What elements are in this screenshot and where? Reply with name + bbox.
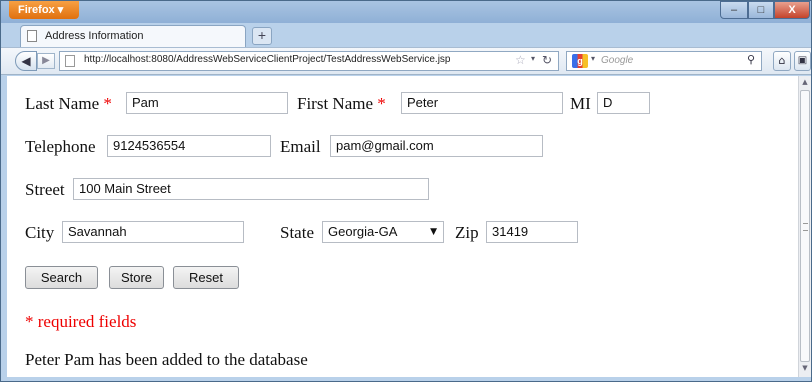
firefox-menu-label: Firefox <box>18 4 55 16</box>
required-fields-note: * required fields <box>25 312 137 331</box>
site-identity-icon <box>65 55 75 67</box>
browser-window: Firefox ▾ – □ X Address Information + ◀ … <box>0 0 812 382</box>
city-label: City <box>25 223 55 242</box>
name-row: Last Name * Pam First Name * Peter MI D <box>25 92 785 116</box>
home-icon: ⌂ <box>778 54 786 67</box>
email-label: Email <box>280 137 321 156</box>
url-text[interactable]: http://localhost:8080/AddressWebServiceC… <box>84 54 450 65</box>
tab-strip: Address Information + <box>1 23 811 47</box>
state-label: State <box>280 223 314 242</box>
back-arrow-icon: ◀ <box>21 54 31 68</box>
zip-label: Zip <box>455 223 479 242</box>
first-name-field[interactable]: Peter <box>401 92 563 114</box>
reset-button[interactable]: Reset <box>173 266 239 289</box>
last-name-field[interactable]: Pam <box>126 92 288 114</box>
new-tab-button[interactable]: + <box>252 27 272 45</box>
home-button[interactable]: ⌂ <box>773 51 791 71</box>
search-icon[interactable]: ⚲ <box>747 53 755 66</box>
forward-button[interactable]: ▶ <box>37 53 55 69</box>
vertical-scrollbar[interactable]: ▲ ▼ <box>798 76 811 377</box>
street-row: Street 100 Main Street <box>25 178 785 202</box>
mi-field[interactable]: D <box>597 92 650 114</box>
state-select[interactable]: Georgia-GA ▼ <box>322 221 444 243</box>
city-field[interactable]: Savannah <box>62 221 244 243</box>
firefox-menu-button[interactable]: Firefox ▾ <box>9 1 79 19</box>
bookmark-star-icon[interactable]: ☆ <box>515 53 526 67</box>
first-name-label: First Name * <box>297 94 386 114</box>
bookmarks-icon: ▣ <box>797 55 808 66</box>
scroll-down-icon[interactable]: ▼ <box>799 364 811 372</box>
search-engine-dropdown-icon[interactable]: ▾ <box>591 54 595 63</box>
required-marker: * <box>377 94 386 113</box>
maximize-button[interactable]: □ <box>748 1 774 19</box>
telephone-field[interactable]: 9124536554 <box>107 135 271 157</box>
required-marker: * <box>103 94 112 113</box>
page-content: Last Name * Pam First Name * Peter MI D … <box>7 76 798 377</box>
navigation-bar: ◀ ▶ http://localhost:8080/AddressWebServ… <box>1 47 811 75</box>
chevron-down-icon: ▼ <box>430 227 437 237</box>
button-row: Search Store Reset <box>25 266 325 290</box>
search-engine-icon[interactable]: g <box>572 54 588 68</box>
search-button[interactable]: Search <box>25 266 98 289</box>
scroll-up-icon[interactable]: ▲ <box>799 78 811 86</box>
street-label: Street <box>25 180 65 199</box>
title-bar: Firefox ▾ – □ X <box>1 1 811 23</box>
scrollbar-thumb[interactable] <box>800 90 810 362</box>
last-name-label-text: Last Name <box>25 94 100 113</box>
status-message: Peter Pam has been added to the database <box>25 350 308 369</box>
tab-title: Address Information <box>45 30 144 42</box>
email-field[interactable]: pam@gmail.com <box>330 135 543 157</box>
telephone-label: Telephone <box>25 137 96 156</box>
address-row: City Savannah State Georgia-GA ▼ Zip 314… <box>25 221 785 245</box>
close-button[interactable]: X <box>774 1 810 19</box>
first-name-label-text: First Name <box>297 94 374 113</box>
tab-address-information[interactable]: Address Information <box>20 25 246 47</box>
search-bar[interactable]: g ▾ Google ⚲ <box>566 51 762 71</box>
mi-label: MI <box>570 94 591 113</box>
url-bar[interactable]: http://localhost:8080/AddressWebServiceC… <box>59 51 559 71</box>
store-button[interactable]: Store <box>109 266 164 289</box>
reload-icon[interactable]: ↻ <box>542 53 552 67</box>
search-placeholder[interactable]: Google <box>601 55 633 66</box>
bookmarks-button[interactable]: ▣ <box>794 51 811 71</box>
contact-row: Telephone 9124536554 Email pam@gmail.com <box>25 135 785 159</box>
page-icon <box>27 30 37 42</box>
history-dropdown-icon[interactable]: ▾ <box>531 54 535 63</box>
minimize-button[interactable]: – <box>720 1 748 19</box>
state-selected-value: Georgia-GA <box>328 224 398 239</box>
grip-icon <box>803 223 808 231</box>
zip-field[interactable]: 31419 <box>486 221 578 243</box>
last-name-label: Last Name * <box>25 94 112 114</box>
forward-arrow-icon: ▶ <box>42 55 50 66</box>
back-button[interactable]: ◀ <box>15 51 37 71</box>
street-field[interactable]: 100 Main Street <box>73 178 429 200</box>
